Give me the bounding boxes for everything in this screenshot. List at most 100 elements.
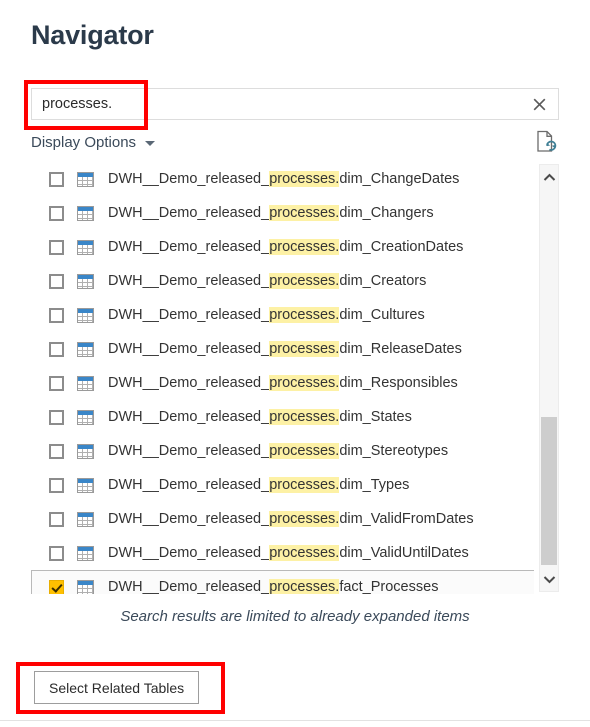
table-list-item[interactable]: DWH__Demo_released_processes.fact_Proces… [31,570,534,594]
bottom-divider [0,720,590,721]
label-suffix: dim_Cultures [339,307,425,323]
table-icon [77,511,94,527]
table-list-item-label: DWH__Demo_released_processes.dim_Creator… [108,272,426,290]
table-list-item-label: DWH__Demo_released_processes.dim_Types [108,476,409,494]
checkbox-unchecked[interactable] [49,375,64,391]
label-suffix: dim_Responsibles [339,375,458,391]
label-suffix: dim_ValidUntilDates [339,545,469,561]
table-icon [77,205,94,221]
page-title: Navigator [31,20,154,50]
label-prefix: DWH__Demo_released_ [108,477,270,493]
label-prefix: DWH__Demo_released_ [108,375,270,391]
label-suffix: dim_Types [339,477,410,493]
label-search-match: processes. [269,409,340,425]
label-prefix: DWH__Demo_released_ [108,409,270,425]
checkbox-unchecked[interactable] [49,307,64,323]
refresh-document-icon[interactable] [535,129,559,155]
label-prefix: DWH__Demo_released_ [108,341,270,357]
checkbox-unchecked[interactable] [49,239,64,255]
chevron-down-icon [145,141,156,146]
label-search-match: processes. [269,477,340,493]
label-suffix: dim_Changers [339,205,434,221]
checkbox-unchecked[interactable] [49,171,64,187]
select-related-tables-button[interactable]: Select Related Tables [34,671,200,704]
table-icon [77,239,94,255]
table-list-item-label: DWH__Demo_released_processes.dim_Stereot… [108,442,448,460]
table-icon [77,477,94,493]
chevron-down-icon[interactable] [540,569,558,589]
table-icon [77,307,94,323]
display-options-label: Display Options [31,133,137,151]
table-list-item[interactable]: DWH__Demo_released_processes.dim_Creatio… [31,230,534,264]
table-icon [77,341,94,357]
label-prefix: DWH__Demo_released_ [108,511,270,527]
checkbox-unchecked[interactable] [49,443,64,459]
table-list-item[interactable]: DWH__Demo_released_processes.dim_Creator… [31,264,534,298]
search-box[interactable] [31,88,559,120]
checkbox-unchecked[interactable] [49,273,64,289]
table-list-item-label: DWH__Demo_released_processes.fact_Proces… [108,578,438,594]
table-list-item[interactable]: DWH__Demo_released_processes.dim_Changer… [31,196,534,230]
checkbox-unchecked[interactable] [49,511,64,527]
table-icon [77,409,94,425]
label-suffix: dim_CreationDates [339,239,464,255]
checkbox-checked[interactable] [49,579,64,594]
checkbox-unchecked[interactable] [49,409,64,425]
label-search-match: processes. [269,205,340,221]
table-icon [77,375,94,391]
label-search-match: processes. [269,341,340,357]
table-list-rows: DWH__Demo_released_processes.dim_ChangeD… [31,162,534,594]
table-list-item[interactable]: DWH__Demo_released_processes.dim_ChangeD… [31,162,534,196]
label-prefix: DWH__Demo_released_ [108,205,270,221]
checkbox-unchecked[interactable] [49,341,64,357]
label-search-match: processes. [269,307,340,323]
table-list-item[interactable]: DWH__Demo_released_processes.dim_States [31,400,534,434]
label-prefix: DWH__Demo_released_ [108,307,270,323]
close-icon[interactable] [520,89,558,119]
table-icon [77,443,94,459]
scrollbar-thumb[interactable] [541,417,557,565]
label-suffix: dim_ChangeDates [339,171,460,187]
table-list-item[interactable]: DWH__Demo_released_processes.dim_Respons… [31,366,534,400]
table-list-item-label: DWH__Demo_released_processes.dim_Changer… [108,204,434,222]
label-prefix: DWH__Demo_released_ [108,545,270,561]
label-search-match: processes. [269,239,340,255]
table-list-item[interactable]: DWH__Demo_released_processes.dim_Culture… [31,298,534,332]
label-suffix: dim_ReleaseDates [339,341,462,357]
table-list-item-label: DWH__Demo_released_processes.dim_Culture… [108,306,425,324]
checkbox-unchecked[interactable] [49,545,64,561]
search-input[interactable] [32,89,520,119]
label-suffix: dim_Stereotypes [339,443,449,459]
table-list-item-label: DWH__Demo_released_processes.dim_Respons… [108,374,458,392]
label-search-match: processes. [269,579,340,594]
table-list-item[interactable]: DWH__Demo_released_processes.dim_Types [31,468,534,502]
table-list-item[interactable]: DWH__Demo_released_processes.dim_Release… [31,332,534,366]
label-prefix: DWH__Demo_released_ [108,579,270,594]
label-search-match: processes. [269,171,340,187]
checkbox-unchecked[interactable] [49,205,64,221]
label-search-match: processes. [269,545,340,561]
checkbox-unchecked[interactable] [49,477,64,493]
table-icon [77,171,94,187]
table-list-item-label: DWH__Demo_released_processes.dim_ValidUn… [108,544,469,562]
label-search-match: processes. [269,443,340,459]
table-list-item[interactable]: DWH__Demo_released_processes.dim_Stereot… [31,434,534,468]
label-search-match: processes. [269,273,340,289]
table-list-item-label: DWH__Demo_released_processes.dim_ChangeD… [108,170,459,188]
table-list-item-label: DWH__Demo_released_processes.dim_Release… [108,340,462,358]
options-row: Display Options [31,129,559,155]
table-list-item[interactable]: DWH__Demo_released_processes.dim_ValidUn… [31,536,534,570]
display-options-dropdown[interactable]: Display Options [31,133,156,151]
chevron-up-icon[interactable] [540,167,558,187]
table-icon [77,545,94,561]
table-list-item-label: DWH__Demo_released_processes.dim_Creatio… [108,238,463,256]
label-prefix: DWH__Demo_released_ [108,239,270,255]
table-list-item[interactable]: DWH__Demo_released_processes.dim_ValidFr… [31,502,534,536]
label-prefix: DWH__Demo_released_ [108,171,270,187]
label-search-match: processes. [269,511,340,527]
search-limit-note: Search results are limited to already ex… [120,608,470,625]
label-search-match: processes. [269,375,340,391]
list-scrollbar[interactable] [539,164,559,592]
table-icon [77,579,94,594]
label-suffix: dim_Creators [339,273,427,289]
